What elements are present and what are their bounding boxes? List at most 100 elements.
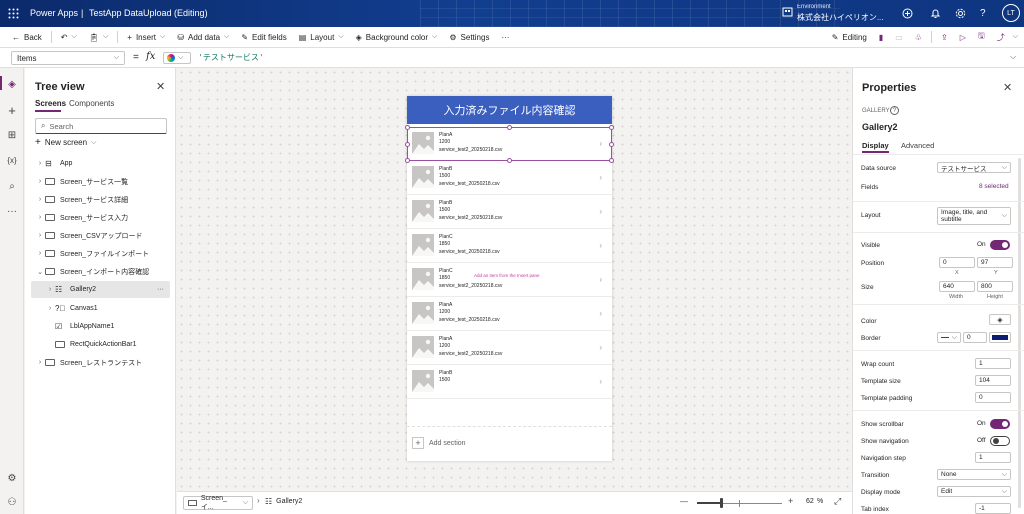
play-icon[interactable]: ▷ bbox=[954, 27, 972, 48]
zoom-out-button[interactable]: — bbox=[680, 497, 688, 506]
screen-header[interactable]: 入力済みファイル内容確認 bbox=[407, 96, 612, 124]
tree-item-screen-expanded[interactable]: ⌄ Screen_インポート内容確認 bbox=[25, 263, 176, 280]
tab-index-input[interactable]: -1 bbox=[975, 503, 1011, 514]
gallery[interactable]: PlanA 1200 service_test2_20250218.csv › Plan… bbox=[407, 127, 612, 399]
gallery-item[interactable]: PlanB 1500 service_test2_20250218.csv › bbox=[407, 195, 612, 229]
edit-fields-button[interactable]: ✎ Edit fields bbox=[235, 27, 292, 48]
settings-gear-icon[interactable] bbox=[955, 8, 966, 19]
gallery-item[interactable]: PlanC 1850 service_test_20250218.csv › bbox=[407, 229, 612, 263]
account-icon[interactable]: ⚇ bbox=[4, 494, 20, 510]
tree-item-label-control[interactable]: ☑ LblAppName1 bbox=[25, 318, 176, 335]
add-section-button[interactable]: + Add section bbox=[412, 437, 466, 449]
chevron-right-icon[interactable]: › bbox=[599, 241, 602, 250]
gallery-breadcrumb[interactable]: ☷ Gallery2 bbox=[265, 497, 302, 506]
navigation-step-input[interactable]: 1 bbox=[975, 452, 1011, 463]
tree-item-screen[interactable]: › Screen_レストランテスト bbox=[25, 354, 176, 371]
show-scrollbar-toggle[interactable] bbox=[990, 419, 1010, 429]
layout-button[interactable]: ▤ Layout ⌵ bbox=[293, 27, 350, 48]
transition-dropdown[interactable]: None ⌵ bbox=[937, 469, 1011, 480]
property-selector[interactable]: Items ⌵ bbox=[11, 51, 125, 65]
chevron-right-icon[interactable]: › bbox=[599, 343, 602, 352]
border-color-picker[interactable] bbox=[989, 332, 1011, 343]
tree-item-rectangle[interactable]: RectQuickActionBar1 bbox=[25, 336, 176, 353]
notifications-icon[interactable] bbox=[930, 8, 941, 19]
control-name[interactable]: Gallery2 bbox=[862, 122, 898, 132]
more-icon[interactable]: ··· bbox=[4, 203, 20, 219]
height-input[interactable]: 800 bbox=[977, 281, 1013, 292]
width-input[interactable]: 640 bbox=[939, 281, 975, 292]
tree-item-canvas[interactable]: › ?⃝ Canvas1 bbox=[25, 300, 176, 317]
share-icon[interactable]: ⇪ bbox=[935, 27, 954, 48]
help-icon[interactable]: ? bbox=[980, 8, 986, 19]
data-table-icon[interactable]: ⊞ bbox=[4, 127, 20, 143]
publish-icon[interactable]: ⤴ ⌵ bbox=[991, 27, 1024, 48]
paste-button[interactable]: 📋︎ ⌵ bbox=[83, 27, 114, 48]
formula-input[interactable]: 'テストサービス' bbox=[198, 52, 264, 63]
tree-item-screen[interactable]: › Screen_サービス詳細 bbox=[25, 191, 176, 208]
save-icon[interactable]: 🖫︎ bbox=[972, 27, 991, 48]
help-icon[interactable]: ? bbox=[890, 106, 899, 115]
gallery-item[interactable]: PlanA 1200 service_test2_20250218.csv › bbox=[407, 127, 612, 161]
more-options-icon[interactable]: ··· bbox=[157, 286, 164, 293]
fill-color-picker[interactable]: ◈ bbox=[989, 314, 1011, 325]
app-checker-icon[interactable]: ▮ bbox=[873, 27, 889, 48]
health-icon[interactable]: ♧ bbox=[909, 27, 928, 48]
position-y-input[interactable]: 97 bbox=[977, 257, 1013, 268]
border-width-input[interactable]: 0 bbox=[963, 332, 987, 343]
visible-toggle[interactable] bbox=[990, 240, 1010, 250]
avatar[interactable]: LT bbox=[1002, 4, 1020, 22]
chevron-right-icon[interactable]: › bbox=[599, 139, 602, 148]
editing-button[interactable]: ✎ Editing bbox=[826, 27, 873, 48]
show-navigation-toggle[interactable] bbox=[990, 436, 1010, 446]
layers-icon[interactable]: ◈ bbox=[4, 76, 20, 92]
copilot-icon[interactable] bbox=[902, 8, 913, 19]
data-source-dropdown[interactable]: テストサービス ⌵ bbox=[937, 162, 1011, 173]
template-padding-input[interactable]: 0 bbox=[975, 392, 1011, 403]
template-size-input[interactable]: 104 bbox=[975, 375, 1011, 386]
chevron-right-icon[interactable]: › bbox=[599, 309, 602, 318]
gallery-item[interactable]: PlanB 1500 › bbox=[407, 365, 612, 399]
zoom-in-button[interactable]: + bbox=[788, 496, 793, 506]
position-x-input[interactable]: 0 bbox=[939, 257, 975, 268]
new-screen-button[interactable]: + New screen ⌵ bbox=[35, 137, 96, 148]
tree-item-screen[interactable]: › Screen_サービス入力 bbox=[25, 209, 176, 226]
chevron-right-icon[interactable]: › bbox=[599, 173, 602, 182]
undo-button[interactable]: ↶ ⌵ bbox=[55, 27, 83, 48]
fit-to-window-icon[interactable]: ⤢ bbox=[834, 496, 841, 507]
settings-icon[interactable]: ⚙ bbox=[4, 470, 20, 486]
gallery-item[interactable]: PlanA 1200 service_test_20250218.csv › bbox=[407, 297, 612, 331]
chevron-right-icon[interactable]: › bbox=[599, 207, 602, 216]
app-screen[interactable]: 入力済みファイル内容確認 PlanA 1200 service_test2_2025… bbox=[405, 96, 614, 461]
tree-item-screen[interactable]: › Screen_サービス一覧 bbox=[25, 173, 176, 190]
tab-components[interactable]: Components bbox=[69, 99, 114, 108]
display-mode-dropdown[interactable]: Edit ⌵ bbox=[937, 486, 1011, 497]
close-icon[interactable]: ✕ bbox=[156, 80, 165, 93]
zoom-slider-thumb[interactable] bbox=[720, 498, 724, 508]
gallery-item[interactable]: PlanA 1200 service_test2_20250218.csv › bbox=[407, 331, 612, 365]
add-data-button[interactable]: ⛁ Add data ⌵ bbox=[171, 27, 235, 48]
variables-icon[interactable]: {x} bbox=[4, 152, 20, 168]
border-style-dropdown[interactable]: ⌵ bbox=[937, 332, 961, 343]
app-launcher-icon[interactable] bbox=[8, 8, 19, 19]
comments-icon[interactable]: ▭ bbox=[889, 27, 909, 48]
chevron-right-icon[interactable]: › bbox=[599, 377, 602, 386]
tree-item-app[interactable]: › ⊟ App bbox=[25, 155, 176, 172]
tab-display[interactable]: Display bbox=[862, 141, 889, 150]
gallery-item[interactable]: PlanC 1850 service_test2_20250218.csv › bbox=[407, 263, 612, 297]
gallery-item[interactable]: PlanB 1500 service_test_20250218.csv › bbox=[407, 161, 612, 195]
expand-formula-icon[interactable]: ⌵ bbox=[1010, 52, 1016, 62]
copilot-formula-button[interactable]: ⌵ bbox=[163, 52, 191, 64]
background-color-button[interactable]: ◈ Background color ⌵ bbox=[350, 27, 444, 48]
more-button[interactable]: ··· bbox=[495, 27, 515, 48]
tree-item-gallery-selected[interactable]: › ☷ Gallery2 ··· bbox=[31, 281, 170, 298]
layout-dropdown[interactable]: Image, title, and subtitle ⌵ bbox=[937, 207, 1011, 225]
search-icon[interactable]: ⌕ bbox=[4, 178, 20, 194]
screen-breadcrumb[interactable]: Screen_イ... ⌵ bbox=[183, 495, 253, 511]
tree-item-screen[interactable]: › Screen_ファイルインポート bbox=[25, 245, 176, 262]
settings-button[interactable]: ⚙ Settings bbox=[443, 27, 495, 48]
environment-name[interactable]: 株式会社ハイペリオン... bbox=[797, 12, 884, 23]
chevron-right-icon[interactable]: › bbox=[599, 275, 602, 284]
tree-search-box[interactable]: ⌕ Search bbox=[35, 118, 167, 134]
tree-item-screen[interactable]: › Screen_CSVアップロード bbox=[25, 227, 176, 244]
insert-plus-icon[interactable]: + bbox=[4, 102, 20, 118]
